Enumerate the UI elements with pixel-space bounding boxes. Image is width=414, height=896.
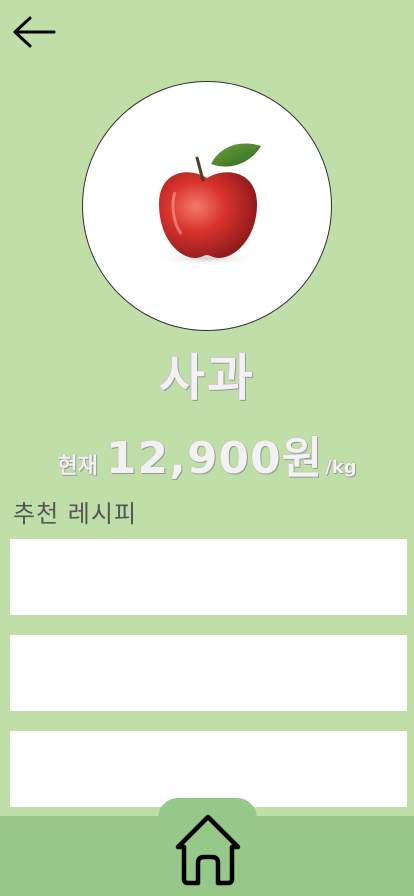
price-row: 현재 12,900원 /kg bbox=[0, 422, 414, 486]
back-button[interactable] bbox=[10, 12, 58, 52]
recipes-section-title: 추천 레시피 bbox=[13, 500, 138, 528]
apple-image bbox=[155, 143, 261, 266]
price-prefix: 현재 bbox=[57, 454, 98, 479]
price-value: 12,900원 bbox=[105, 433, 324, 484]
product-name: 사과 bbox=[159, 349, 255, 407]
recipe-card-3[interactable] bbox=[10, 731, 407, 807]
home-icon bbox=[175, 814, 240, 886]
recipe-card-1[interactable] bbox=[10, 539, 407, 615]
arrow-left-icon bbox=[13, 16, 56, 48]
recipe-card-2[interactable] bbox=[10, 635, 407, 711]
price-unit: /kg bbox=[325, 457, 357, 478]
home-button[interactable] bbox=[158, 798, 257, 896]
product-image bbox=[82, 81, 332, 331]
